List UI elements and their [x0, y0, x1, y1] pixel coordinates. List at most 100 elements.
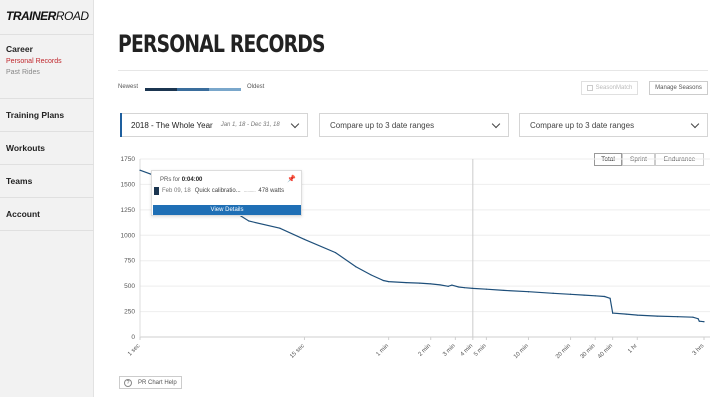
data-point [464, 287, 466, 289]
logo-bold-text: TRAINER [6, 9, 56, 23]
data-point [388, 280, 390, 283]
x-tick-label: 4 min [460, 343, 475, 358]
sidebar-section-account: Account [0, 197, 94, 231]
range-compare-2-label: Compare up to 3 date ranges [530, 120, 635, 130]
tooltip-workout-name: Quick calibratio... [194, 188, 241, 194]
data-point [703, 321, 705, 323]
data-point [527, 291, 530, 293]
tooltip-header: PRs for 0:04:00 [160, 177, 202, 183]
sidebar-item-teams[interactable]: Teams [0, 176, 94, 186]
pr-chart-help-button[interactable]: ? PR Chart Help [119, 376, 182, 389]
data-point [698, 320, 700, 322]
range-primary-label: 2018 - The Whole Year [131, 120, 213, 130]
view-details-button[interactable]: View Details [153, 205, 301, 215]
data-point [472, 287, 474, 289]
data-point [603, 295, 606, 298]
data-point [248, 220, 250, 222]
sidebar-section-training-plans: Training Plans [0, 98, 94, 131]
data-point [419, 282, 421, 284]
x-tick-label: 1 hr [627, 343, 639, 355]
sidebar-section-career: Career Personal Records Past Rides [0, 34, 94, 98]
chevron-down-icon [690, 119, 700, 129]
y-tick-label: 1250 [121, 207, 136, 214]
sidebar: TRAINERROAD Career Personal Records Past… [0, 0, 94, 397]
x-tick-label: 1 min [375, 343, 390, 358]
y-tick-label: 1500 [121, 181, 136, 188]
seasonmatch-toggle[interactable]: SeasonMatch [581, 81, 638, 95]
range-primary-dates: Jan 1, 18 - Dec 31, 18 [220, 122, 280, 128]
help-icon: ? [124, 378, 132, 387]
sidebar-item-account[interactable]: Account [0, 209, 94, 219]
y-tick-label: 1000 [121, 232, 136, 239]
sidebar-section-teams: Teams [0, 164, 94, 197]
sidebar-section-workouts: Workouts [0, 131, 94, 164]
data-point [692, 316, 694, 318]
y-tick-label: 1750 [121, 156, 136, 163]
y-tick-label: 0 [131, 334, 135, 341]
chevron-down-icon [290, 119, 300, 129]
y-tick-label: 750 [124, 258, 135, 265]
legend-swatch [145, 88, 177, 91]
sidebar-item-past-rides[interactable]: Past Rides [0, 69, 94, 76]
data-point [625, 313, 627, 315]
title-divider [118, 70, 708, 71]
x-tick-label: 20 min [555, 343, 572, 360]
pr-tooltip: PRs for 0:04:00 📌 Feb 09, 18 Quick calib… [151, 170, 302, 216]
date-range-select-compare-1[interactable]: Compare up to 3 date ranges [319, 113, 509, 137]
tooltip-value: 478 watts [258, 188, 285, 194]
x-tick-label: 2 min [418, 343, 433, 358]
y-tick-label: 500 [124, 283, 135, 290]
range-accent-bar [120, 113, 122, 137]
x-tick-label: 5 min [473, 343, 488, 358]
data-point [583, 294, 585, 296]
tooltip-duration: 0:04:00 [181, 177, 203, 183]
sidebar-item-training-plans[interactable]: Training Plans [0, 110, 94, 120]
data-point [656, 315, 658, 317]
data-point [612, 312, 614, 314]
data-point [552, 292, 554, 294]
legend-newest-label: Newest [118, 84, 139, 90]
pr-chart-help-label: PR Chart Help [138, 379, 177, 386]
legend-oldest-label: Oldest [247, 84, 265, 90]
sidebar-item-career[interactable]: Career [0, 44, 94, 54]
pin-icon[interactable]: 📌 [287, 175, 296, 183]
trainerroad-logo[interactable]: TRAINERROAD [6, 9, 89, 23]
tooltip-prefix: PRs for [160, 177, 181, 183]
x-tick-label: 3 hrs [692, 343, 706, 357]
x-tick-label: 15 sec [289, 343, 306, 360]
data-point [439, 284, 441, 286]
x-tick-label: 30 min [580, 343, 597, 360]
x-tick-label: 1 sec [127, 343, 141, 357]
legend-swatch [177, 88, 209, 91]
tooltip-leader-dots: .......... [243, 188, 256, 194]
date-range-select-primary[interactable]: 2018 - The Whole Year Jan 1, 18 - Dec 31… [120, 113, 308, 137]
data-point [279, 227, 281, 229]
tooltip-record-row: Feb 09, 18 Quick calibratio... .........… [154, 187, 284, 195]
data-point [569, 293, 572, 295]
data-point [636, 314, 638, 316]
y-tick-label: 250 [124, 309, 135, 316]
sidebar-item-workouts[interactable]: Workouts [0, 143, 94, 153]
page-title: PERSONAL RECORDS [118, 30, 326, 58]
data-point [503, 289, 505, 292]
data-point [303, 238, 306, 240]
data-point [430, 283, 432, 285]
x-tick-label: 10 min [513, 343, 530, 360]
date-range-select-compare-2[interactable]: Compare up to 3 date ranges [519, 113, 708, 137]
data-point [370, 274, 372, 276]
data-point [594, 295, 596, 297]
seasonmatch-label: SeasonMatch [595, 85, 633, 91]
data-point [447, 285, 449, 287]
data-point [334, 251, 337, 254]
checkbox-icon [586, 85, 593, 91]
data-point [677, 316, 679, 318]
x-tick-label: 3 min [442, 343, 457, 358]
data-point [451, 284, 453, 286]
manage-seasons-button[interactable]: Manage Seasons [649, 81, 708, 95]
chevron-down-icon [491, 119, 501, 129]
x-tick-label: 40 min [597, 343, 614, 360]
sidebar-item-personal-records[interactable]: Personal Records [0, 58, 94, 65]
data-point [697, 318, 699, 320]
data-point [485, 288, 487, 290]
legend-swatch [209, 88, 241, 91]
